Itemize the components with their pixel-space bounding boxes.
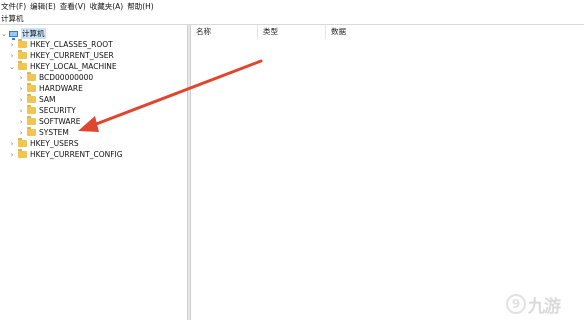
tree-item-hkey-current-config[interactable]: › HKEY_CURRENT_CONFIG: [8, 149, 123, 160]
column-header-data[interactable]: 数据: [326, 25, 486, 39]
tree-item-label: BCD00000000: [39, 73, 94, 82]
folder-icon: [27, 105, 36, 114]
registry-tree-pane[interactable]: ⌄ 计算机 › HKEY_CLASSES_ROOT › HKEY_CURRENT…: [0, 25, 187, 320]
tree-item-label: HARDWARE: [39, 84, 83, 93]
menu-help[interactable]: 帮助(H): [126, 0, 157, 13]
menu-view[interactable]: 查看(V): [59, 0, 89, 13]
folder-icon: [27, 116, 36, 125]
logo-icon: 9: [506, 294, 526, 314]
tree-item-hkey-classes-root[interactable]: › HKEY_CLASSES_ROOT: [8, 39, 113, 50]
chevron-right-icon[interactable]: ›: [17, 127, 25, 138]
folder-icon: [27, 94, 36, 103]
menu-favorites[interactable]: 收藏夹(A): [89, 0, 126, 13]
watermark-logo: 9 九游: [506, 288, 584, 320]
tree-item-label: SECURITY: [39, 106, 76, 115]
tree-item-label: HKEY_CLASSES_ROOT: [30, 40, 113, 49]
tree-item-label: HKEY_USERS: [30, 139, 79, 148]
folder-icon: [18, 149, 27, 158]
chevron-down-icon[interactable]: ⌄: [0, 28, 8, 39]
tree-item-label: SYSTEM: [39, 128, 69, 137]
tree-item-hardware[interactable]: › HARDWARE: [17, 83, 83, 94]
column-header-type[interactable]: 类型: [258, 25, 326, 39]
chevron-right-icon[interactable]: ›: [17, 116, 25, 127]
watermark-text: 九游: [528, 296, 561, 317]
folder-icon: [18, 61, 27, 70]
chevron-right-icon[interactable]: ›: [8, 138, 16, 149]
tree-item-label: HKEY_LOCAL_MACHINE: [30, 62, 117, 71]
tree-item-hkey-current-user[interactable]: › HKEY_CURRENT_USER: [8, 50, 114, 61]
tree-item-label: HKEY_CURRENT_USER: [30, 51, 114, 60]
chevron-right-icon[interactable]: ›: [17, 83, 25, 94]
folder-icon: [18, 50, 27, 59]
menu-edit[interactable]: 编辑(E): [29, 0, 59, 13]
tree-item-label: HKEY_CURRENT_CONFIG: [30, 150, 123, 159]
tree-item-hkey-users[interactable]: › HKEY_USERS: [8, 138, 79, 149]
tree-item-hkey-local-machine[interactable]: ⌄ HKEY_LOCAL_MACHINE: [8, 61, 117, 72]
address-path: 计算机: [1, 14, 24, 23]
chevron-down-icon[interactable]: ⌄: [8, 61, 16, 72]
folder-icon: [27, 127, 36, 136]
menu-file[interactable]: 文件(F): [0, 0, 29, 13]
folder-icon: [18, 39, 27, 48]
menu-bar: 文件(F) 编辑(E) 查看(V) 收藏夹(A) 帮助(H): [0, 0, 584, 13]
chevron-right-icon[interactable]: ›: [8, 39, 16, 50]
tree-item-software[interactable]: › SOFTWARE: [17, 116, 81, 127]
computer-icon: [9, 30, 18, 40]
tree-item-label: 计算机: [21, 28, 46, 39]
chevron-right-icon[interactable]: ›: [8, 149, 16, 160]
folder-icon: [18, 138, 27, 147]
folder-icon: [27, 72, 36, 81]
tree-item-bcd00000000[interactable]: › BCD00000000: [17, 72, 93, 83]
column-header-name[interactable]: 名称: [191, 25, 258, 39]
tree-item-label: SOFTWARE: [39, 117, 81, 126]
chevron-right-icon[interactable]: ›: [8, 50, 16, 61]
tree-item-computer[interactable]: ⌄ 计算机: [0, 28, 46, 40]
tree-item-sam[interactable]: › SAM: [17, 94, 56, 105]
chevron-right-icon[interactable]: ›: [17, 94, 25, 105]
tree-item-system[interactable]: › SYSTEM: [17, 127, 69, 138]
tree-item-security[interactable]: › SECURITY: [17, 105, 76, 116]
registry-values-pane[interactable]: 名称 类型 数据: [191, 25, 584, 320]
address-bar[interactable]: 计算机: [0, 13, 584, 25]
chevron-right-icon[interactable]: ›: [17, 105, 25, 116]
chevron-right-icon[interactable]: ›: [17, 72, 25, 83]
folder-icon: [27, 83, 36, 92]
tree-item-label: SAM: [39, 95, 56, 104]
